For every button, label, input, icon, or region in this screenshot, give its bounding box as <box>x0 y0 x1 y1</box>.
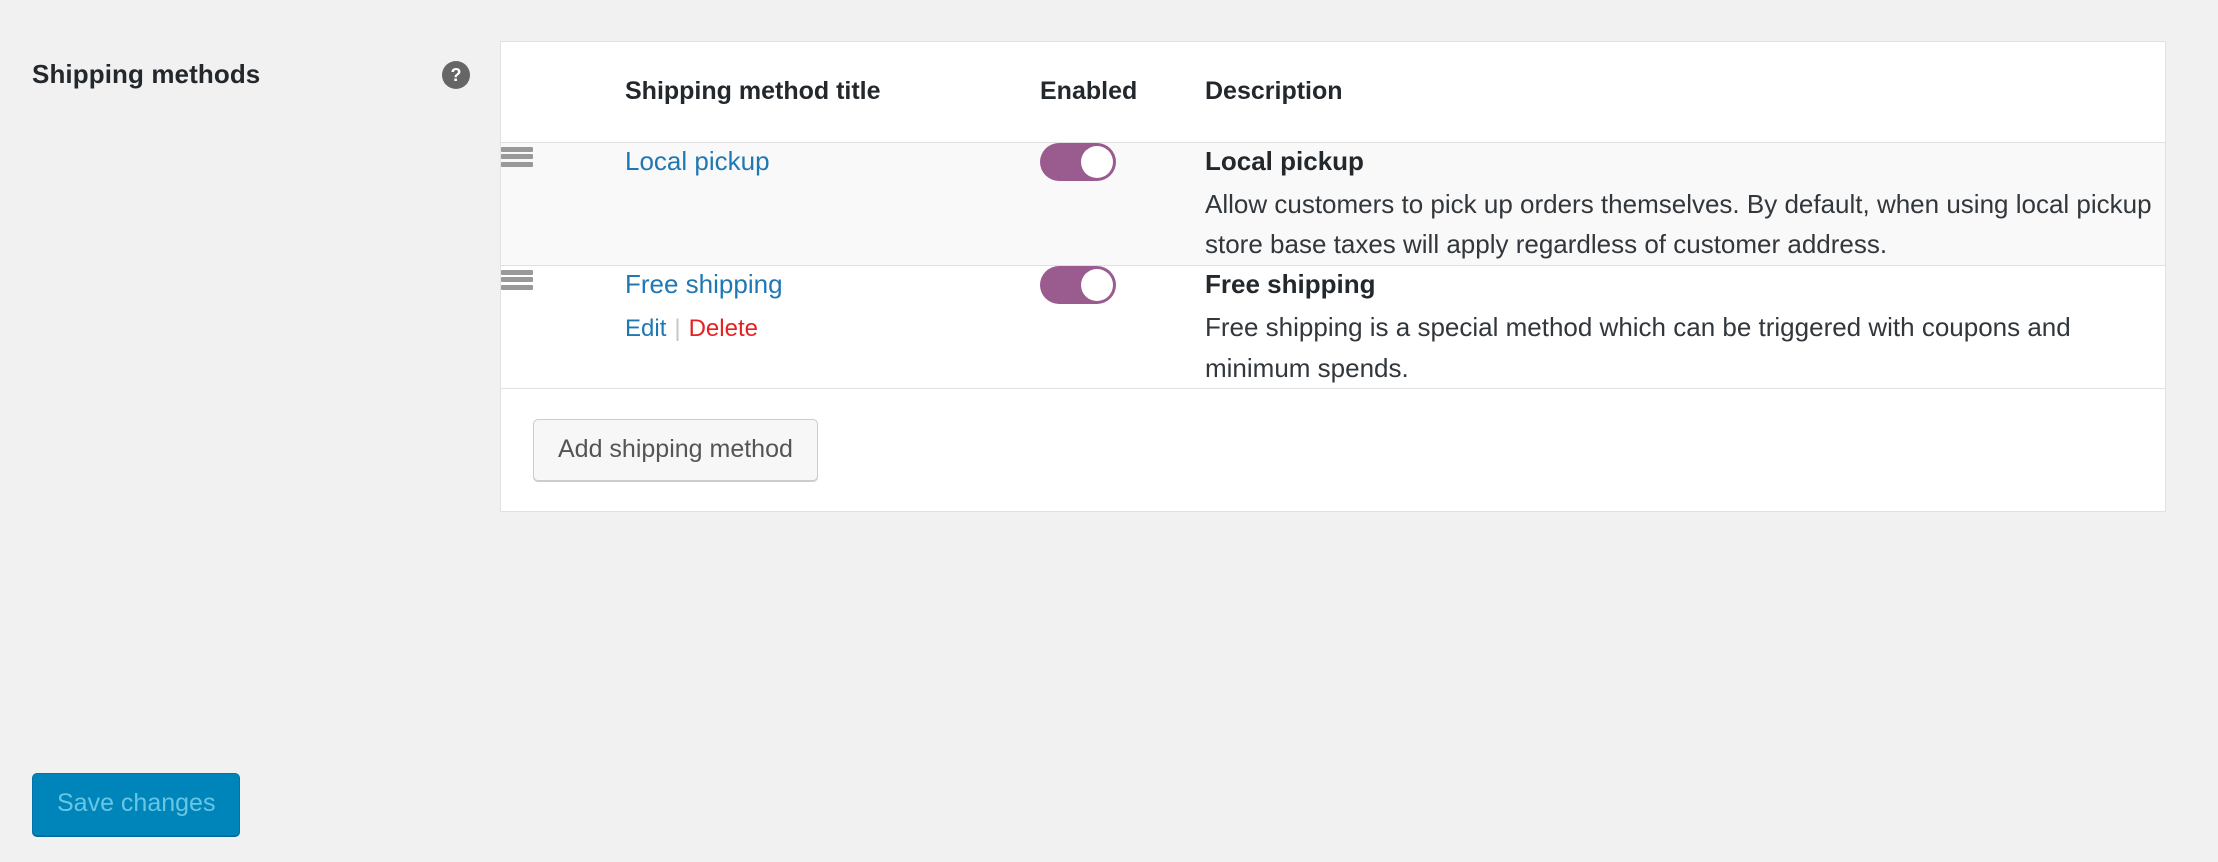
action-separator: | <box>674 315 681 343</box>
delete-link[interactable]: Delete <box>689 315 758 342</box>
column-header-description: Description <box>1205 42 2165 143</box>
page-title: Shipping methods <box>32 59 261 89</box>
field-label-column: Shipping methods ? <box>0 0 500 92</box>
shipping-methods-panel: Shipping method title Enabled Descriptio… <box>500 41 2166 513</box>
toggle-enabled-local-pickup[interactable] <box>1040 142 1116 181</box>
description-body: Allow customers to pick up orders themse… <box>1205 189 2152 260</box>
drag-handle-icon[interactable] <box>501 266 533 290</box>
table-row: Free shipping Edit | Delete Free shipping … <box>501 265 2165 390</box>
edit-link[interactable]: Edit <box>625 315 666 342</box>
toggle-enabled-free-shipping[interactable] <box>1040 265 1116 304</box>
cell-sort-handle[interactable] <box>501 142 625 266</box>
cell-method-title: Free shipping Edit | Delete <box>625 265 1040 390</box>
cell-enabled-toggle <box>1040 142 1205 266</box>
cell-method-title: Local pickup <box>625 142 1040 266</box>
cell-description: Local pickup Allow customers to pick up … <box>1205 142 2165 266</box>
shipping-methods-label-row: Shipping methods ? <box>32 58 470 92</box>
description-title: Local pickup <box>1205 145 1364 176</box>
column-header-sort <box>501 42 625 143</box>
cell-description: Free shipping Free shipping is a special… <box>1205 265 2165 390</box>
toggle-knob <box>1081 268 1113 301</box>
cell-enabled-toggle <box>1040 265 1205 390</box>
help-icon[interactable]: ? <box>442 60 470 89</box>
table-header: Shipping method title Enabled Descriptio… <box>501 42 2165 143</box>
method-link-local-pickup[interactable]: Local pickup <box>625 143 770 181</box>
shipping-methods-table: Shipping method title Enabled Descriptio… <box>501 42 2165 390</box>
method-link-free-shipping[interactable]: Free shipping <box>625 266 783 304</box>
panel-footer: Add shipping method <box>501 389 2165 512</box>
table-body: Local pickup Local pickup Allow customer… <box>501 142 2165 390</box>
description-title: Free shipping <box>1205 268 1376 299</box>
column-header-enabled: Enabled <box>1040 42 1205 143</box>
table-row: Local pickup Local pickup Allow customer… <box>501 142 2165 266</box>
row-actions: Edit | Delete <box>625 312 1040 346</box>
save-button-wrapper: Save changes <box>32 773 241 836</box>
add-shipping-method-button[interactable]: Add shipping method <box>533 419 818 482</box>
column-header-title: Shipping method title <box>625 42 1040 143</box>
shipping-settings-page: Shipping methods ? Shipping method title… <box>0 0 2218 862</box>
table-header-row: Shipping method title Enabled Descriptio… <box>501 42 2165 143</box>
description-body: Free shipping is a special method which … <box>1205 312 2071 383</box>
toggle-knob <box>1081 145 1113 178</box>
cell-sort-handle[interactable] <box>501 265 625 390</box>
save-changes-button[interactable]: Save changes <box>32 773 241 836</box>
drag-handle-icon[interactable] <box>501 143 533 167</box>
